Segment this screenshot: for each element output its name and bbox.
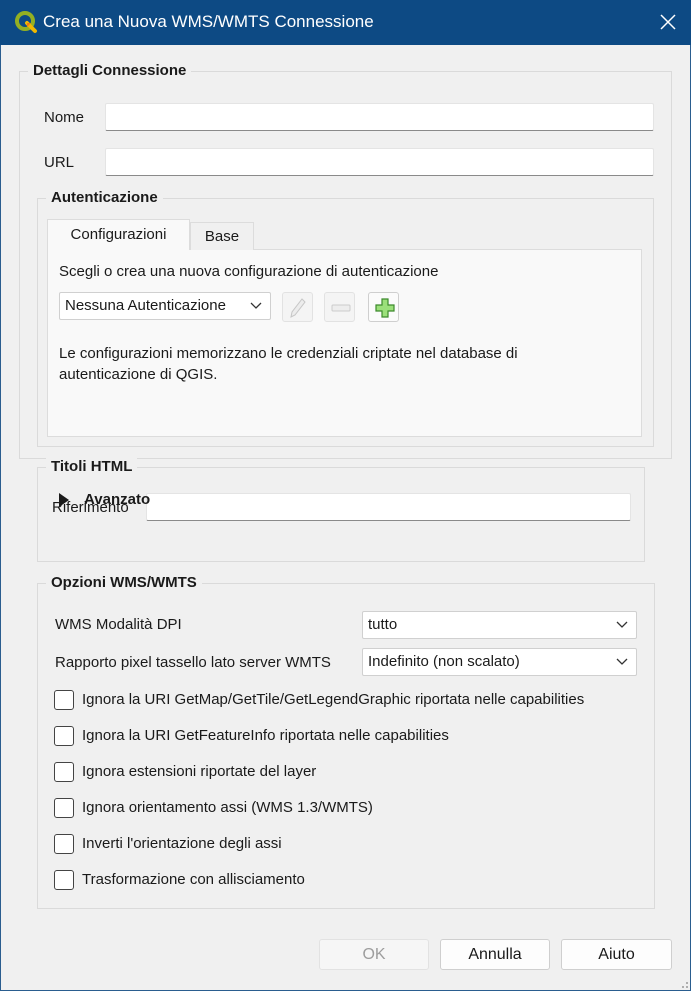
url-input[interactable] — [105, 148, 654, 176]
url-label: URL — [44, 154, 75, 171]
add-config-button[interactable] — [368, 292, 399, 322]
plus-icon — [375, 298, 395, 318]
checkbox-label: Ignora la URI GetFeatureInfo riportata n… — [82, 727, 449, 744]
checkbox-box[interactable] — [54, 762, 74, 782]
referer-input[interactable] — [146, 493, 631, 521]
dpi-mode-value: tutto — [368, 616, 398, 633]
group-title: Autenticazione — [46, 188, 163, 208]
window-title: Crea una Nuova WMS/WMTS Connessione — [43, 12, 374, 31]
close-button[interactable] — [645, 0, 691, 45]
chevron-down-icon — [616, 621, 628, 628]
tile-ratio-select[interactable]: Indefinito (non scalato) — [362, 648, 637, 676]
checkbox-box[interactable] — [54, 726, 74, 746]
group-title: Opzioni WMS/WMTS — [46, 573, 202, 593]
group-title: Titoli HTML — [46, 457, 138, 477]
resize-grip-icon[interactable] — [679, 979, 689, 989]
auth-info-text: Le configurazioni memorizzano le credenz… — [59, 345, 518, 383]
checkbox-box[interactable] — [54, 870, 74, 890]
checkbox-box[interactable] — [54, 834, 74, 854]
auth-config-value: Nessuna Autenticazione — [65, 297, 226, 314]
checkbox-label: Trasformazione con allisciamento — [82, 871, 305, 888]
checkbox-label: Inverti l'orientazione degli assi — [82, 835, 282, 852]
checkbox-label: Ignora orientamento assi (WMS 1.3/WMTS) — [82, 799, 373, 816]
chevron-down-icon — [250, 302, 262, 309]
close-icon — [660, 14, 676, 30]
auth-prompt: Scegli o crea una nuova configurazione d… — [59, 263, 439, 280]
checkbox-box[interactable] — [54, 690, 74, 710]
dpi-mode-select[interactable]: tutto — [362, 611, 637, 639]
tab-base[interactable]: Base — [190, 222, 254, 250]
tile-ratio-label: Rapporto pixel tassello lato server WMTS — [55, 654, 331, 671]
advanced-label: Avanzato — [84, 491, 151, 508]
tab-configurazioni[interactable]: Configurazioni — [47, 219, 190, 250]
minus-icon — [331, 304, 351, 312]
tile-ratio-value: Indefinito (non scalato) — [368, 653, 520, 670]
checkbox-label: Ignora la URI GetMap/GetTile/GetLegendGr… — [82, 691, 585, 708]
ok-button[interactable]: OK — [319, 939, 429, 970]
dpi-mode-label: WMS Modalità DPI — [55, 616, 182, 633]
auth-config-select[interactable]: Nessuna Autenticazione — [59, 292, 271, 320]
help-button[interactable]: Aiuto — [561, 939, 672, 970]
name-input[interactable] — [105, 103, 654, 131]
cancel-button[interactable]: Annulla — [440, 939, 550, 970]
pencil-icon — [290, 298, 306, 318]
checkbox-box[interactable] — [54, 798, 74, 818]
qgis-logo-icon — [15, 11, 37, 33]
remove-config-button[interactable] — [324, 292, 355, 322]
name-label: Nome — [44, 109, 85, 126]
chevron-down-icon — [616, 658, 628, 665]
edit-config-button[interactable] — [282, 292, 313, 322]
group-title: Dettagli Connessione — [28, 61, 192, 81]
title-bar: Crea una Nuova WMS/WMTS Connessione — [0, 0, 691, 45]
checkbox-label: Ignora estensioni riportate del layer — [82, 763, 317, 780]
triangle-right-icon — [59, 493, 69, 507]
